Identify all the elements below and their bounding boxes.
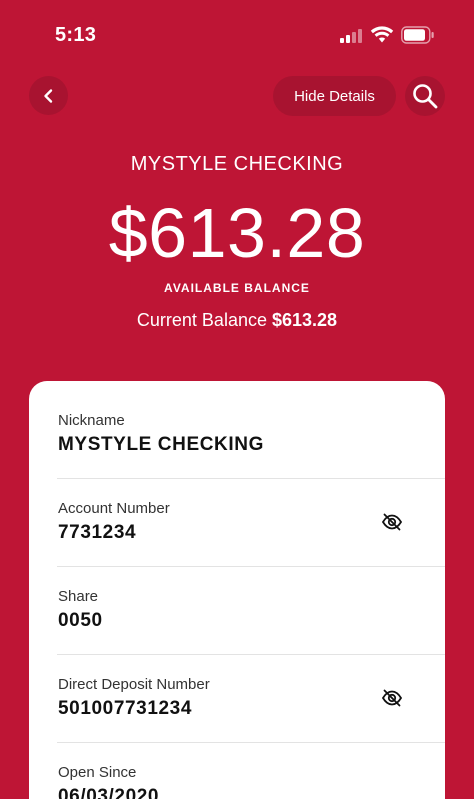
eye-off-icon[interactable] (381, 687, 403, 709)
detail-value: 7731234 (58, 522, 137, 543)
hide-details-button[interactable]: Hide Details (273, 76, 396, 116)
search-icon (413, 84, 438, 109)
detail-label: Nickname (58, 412, 125, 429)
chevron-left-icon (43, 88, 52, 103)
available-balance-amount: $613.28 (108, 194, 366, 272)
detail-row-account-number: Account Number 7731234 (29, 479, 445, 567)
status-bar: 5:13 (0, 0, 474, 70)
available-balance-label: AVAILABLE BALANCE (164, 281, 310, 295)
detail-value: 501007731234 (58, 698, 193, 719)
status-time: 5:13 (55, 24, 97, 46)
cellular-signal-icon (340, 27, 364, 43)
detail-label: Direct Deposit Number (58, 676, 210, 693)
detail-row-direct-deposit-number: Direct Deposit Number 501007731234 (29, 655, 445, 743)
detail-value: 0050 (58, 610, 103, 631)
account-name: MYSTYLE CHECKING (130, 153, 344, 175)
detail-row-open-since: Open Since 06/03/2020 (29, 743, 445, 799)
detail-label: Open Since (58, 764, 137, 781)
back-button[interactable] (29, 76, 68, 115)
detail-label: Account Number (58, 500, 170, 517)
detail-label: Share (58, 588, 99, 605)
wifi-icon (370, 26, 394, 43)
detail-value: 06/03/2020 (58, 786, 160, 799)
account-details-card: Nickname MYSTYLE CHECKING Account Number… (29, 381, 445, 799)
battery-icon (401, 26, 434, 44)
detail-value: MYSTYLE CHECKING (58, 434, 264, 455)
current-balance-value: $613.28 (272, 310, 338, 330)
detail-row-nickname: Nickname MYSTYLE CHECKING (29, 381, 445, 469)
search-button[interactable] (405, 76, 445, 116)
detail-row-share: Share 0050 (29, 567, 445, 655)
current-balance: Current Balance $613.28 (0, 310, 474, 331)
top-navigation: Hide Details (0, 76, 474, 120)
eye-off-icon[interactable] (381, 511, 403, 533)
current-balance-label: Current Balance (136, 310, 267, 330)
